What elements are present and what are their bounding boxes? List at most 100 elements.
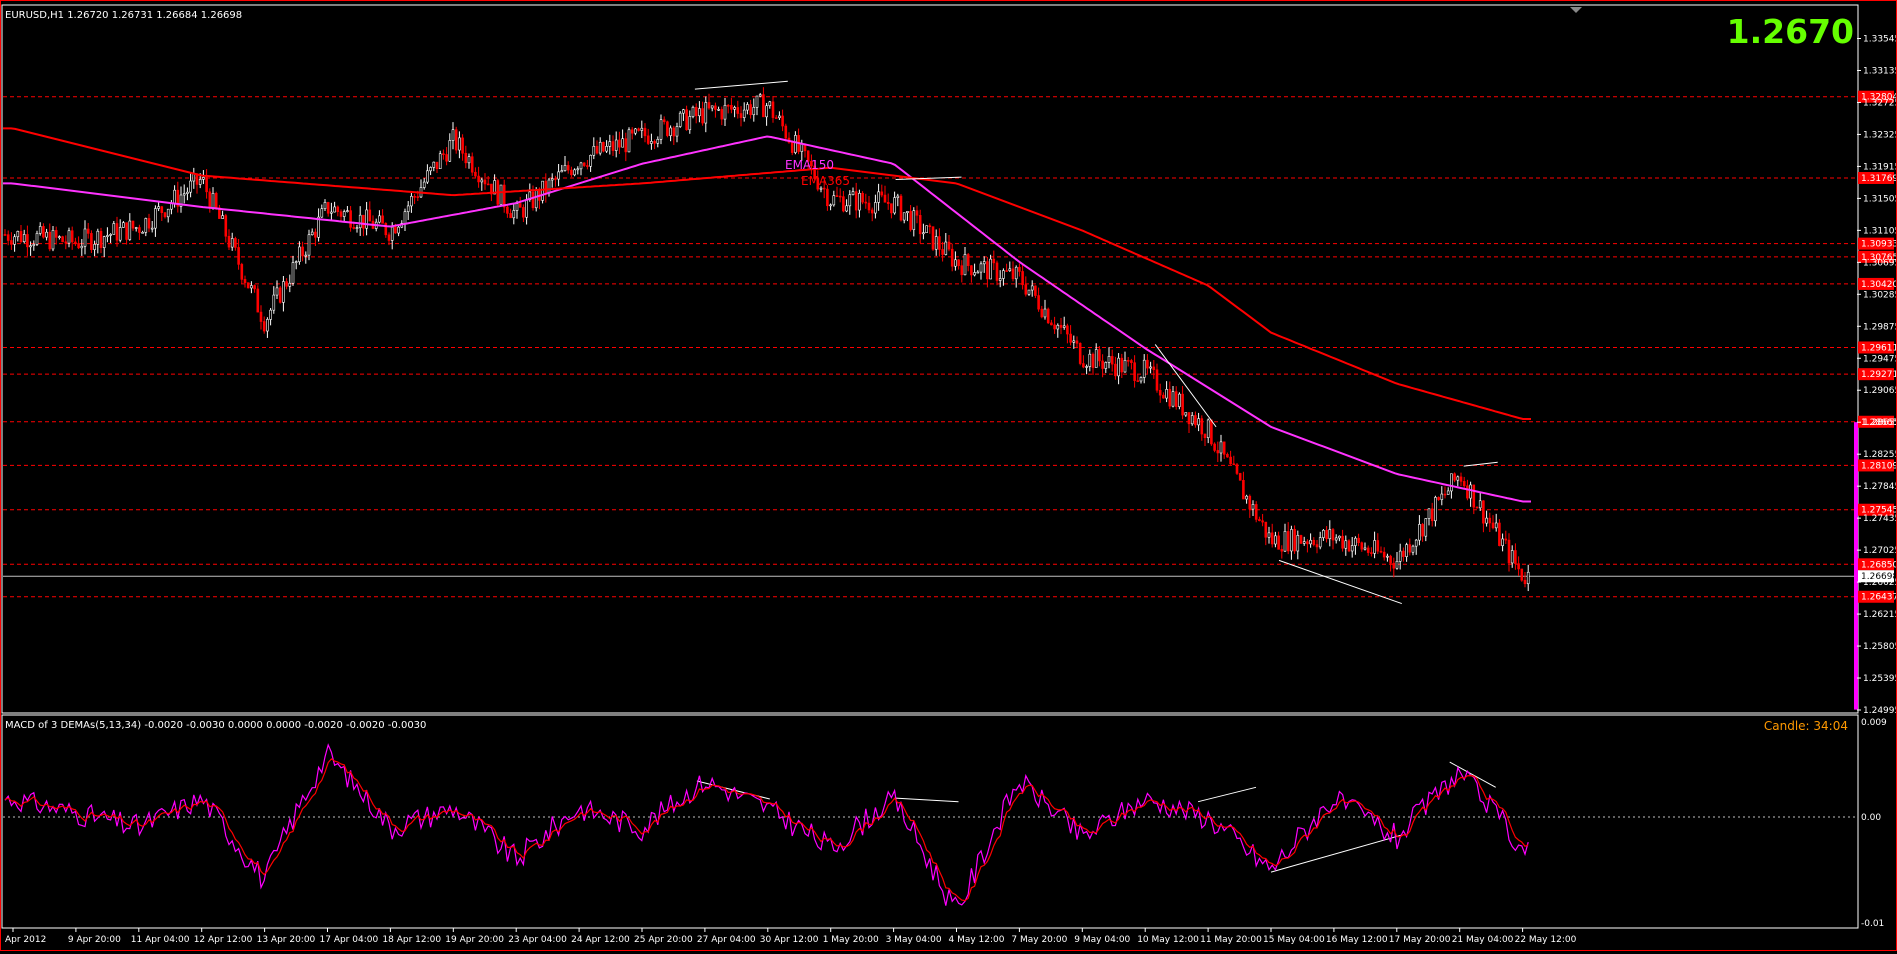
candle-body	[198, 179, 202, 185]
candle-body	[262, 321, 266, 332]
candle-body	[1421, 524, 1424, 537]
time-tick-label: 4 May 12:00	[949, 935, 1005, 945]
candle-body	[358, 214, 362, 229]
candle-body	[845, 205, 848, 212]
price-tick-label: 1.25395	[1863, 674, 1896, 684]
candle-body	[1264, 521, 1268, 538]
candle-body	[1283, 531, 1287, 552]
candle-body	[1216, 450, 1220, 454]
candle-body	[160, 206, 164, 213]
candle-timer: Candle: 34:04	[1764, 719, 1848, 733]
price-tick-label: 1.26625	[1863, 578, 1896, 588]
candle-body	[246, 282, 250, 289]
candle-body	[1510, 550, 1514, 564]
candle-body	[99, 230, 103, 248]
candle-body	[550, 178, 554, 181]
time-tick-label: 19 Apr 20:00	[445, 935, 504, 945]
candle-body	[410, 196, 413, 207]
candle-body	[54, 230, 58, 238]
trading-chart[interactable]: 1.328041.317691.309331.307651.304201.296…	[1, 1, 1897, 950]
time-tick-label: 17 May 20:00	[1389, 935, 1451, 945]
candle-body	[851, 191, 855, 196]
candle-body	[1296, 535, 1300, 552]
candle-body	[1206, 419, 1210, 439]
candle-body	[163, 212, 167, 218]
candle-body	[768, 101, 772, 107]
price-tick-label: 1.27025	[1863, 546, 1896, 556]
scroll-marker-icon[interactable]	[1570, 7, 1582, 13]
candle-body	[1411, 545, 1415, 553]
candle-body	[45, 231, 48, 238]
candle-body	[941, 249, 944, 255]
candle-body	[1434, 497, 1437, 522]
candle-body	[822, 187, 826, 190]
candle-body	[442, 153, 445, 156]
big-price-display: 1.2670	[1727, 12, 1854, 51]
candle-body	[230, 238, 234, 248]
candle-body	[1267, 532, 1271, 538]
candle-body	[192, 173, 196, 182]
candle-body	[1187, 412, 1191, 425]
candle-body	[1485, 517, 1488, 524]
candle-body	[915, 210, 919, 216]
candle-body	[992, 258, 996, 264]
candle-body	[854, 191, 858, 211]
candle-body	[650, 141, 653, 144]
candle-body	[710, 105, 714, 109]
candle-body	[938, 236, 941, 250]
trendline	[1270, 834, 1402, 873]
candle-body	[362, 214, 365, 229]
candle-body	[1194, 415, 1197, 426]
candle-body	[339, 211, 343, 217]
price-tick-label: 1.31105	[1863, 226, 1896, 236]
candle-body	[736, 107, 740, 114]
candle-body	[1357, 537, 1360, 544]
candle-body	[554, 178, 557, 180]
candle-body	[1190, 415, 1194, 425]
candle-body	[1222, 441, 1226, 455]
candle-body	[451, 129, 455, 141]
candle-body	[448, 140, 452, 162]
candle-body	[522, 207, 525, 218]
candle-body	[1043, 308, 1047, 318]
trendlines-layer	[694, 80, 1498, 873]
candle-body	[944, 241, 948, 255]
candle-body	[269, 309, 272, 320]
candle-body	[122, 222, 125, 228]
candle-body	[957, 259, 960, 266]
ema-line-ema150	[3, 135, 1531, 503]
macd-signal-line	[4, 758, 1529, 902]
candle-body	[998, 278, 1002, 281]
candle-body	[1514, 550, 1517, 564]
candle-body	[800, 143, 804, 152]
candle-body	[1331, 529, 1335, 541]
candle-body	[128, 220, 132, 240]
candle-body	[621, 138, 624, 148]
candle-body	[627, 129, 631, 153]
candle-body	[1341, 535, 1344, 549]
price-tick-label: 1.30285	[1863, 290, 1896, 300]
candle-body	[304, 254, 308, 257]
time-tick-label: 17 Apr 04:00	[320, 935, 379, 945]
candle-body	[634, 128, 637, 134]
candle-body	[1245, 495, 1248, 500]
candle-body	[579, 162, 583, 170]
candle-body	[394, 226, 397, 234]
candle-body	[986, 261, 989, 280]
candle-body	[602, 141, 605, 152]
candle-body	[1517, 563, 1520, 570]
price-tick-label: 1.33545	[1863, 35, 1896, 45]
candle-body	[720, 109, 724, 120]
candle-body	[1520, 568, 1524, 581]
candle-body	[1507, 539, 1511, 564]
candle-body	[765, 105, 768, 118]
candle-body	[74, 241, 77, 244]
level-tag-label: 1.26437	[1861, 593, 1896, 603]
candle-body	[368, 209, 372, 222]
candle-body	[704, 102, 708, 124]
level-tag-label: 1.29271	[1861, 370, 1896, 380]
candle-body	[90, 233, 93, 250]
candle-body	[691, 106, 695, 117]
candle-body	[147, 218, 151, 229]
candle-body	[790, 142, 794, 153]
